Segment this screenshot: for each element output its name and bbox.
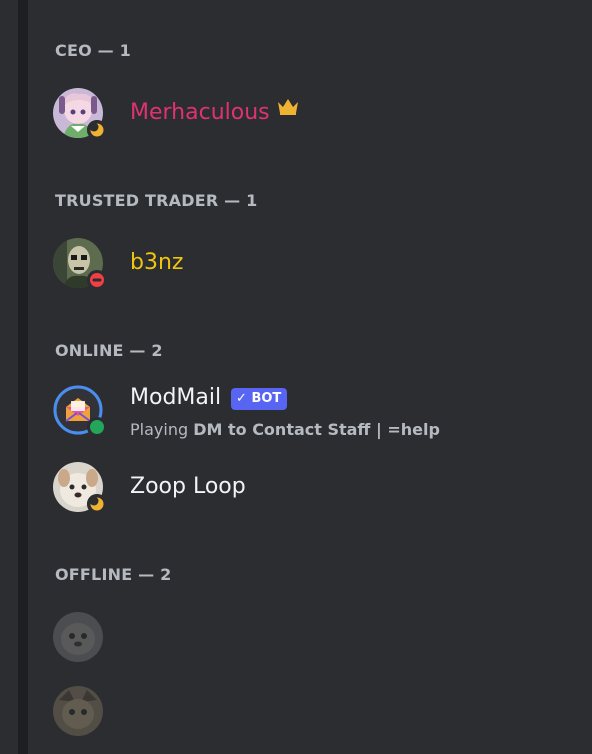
avatar[interactable]: [53, 385, 107, 437]
member-name: ModMail: [130, 385, 222, 410]
channel-area-edge: [0, 0, 18, 754]
role-header-online: ONLINE — 2: [55, 341, 163, 360]
member-list: CEO — 1 Merhaculous TRUSTED TRADER — 1 b…: [28, 0, 592, 754]
panel-divider: [18, 0, 28, 754]
member-name: b3nz: [130, 250, 184, 275]
member-zoop-loop[interactable]: Zoop Loop: [53, 462, 573, 518]
member-list-panel: CEO — 1 Merhaculous TRUSTED TRADER — 1 b…: [0, 0, 592, 754]
role-header-ceo: CEO — 1: [55, 41, 131, 60]
cartoon-avatar-image: [53, 686, 103, 736]
activity-name: DM to Contact Staff | =help: [193, 420, 440, 439]
bot-tag-label: BOT: [251, 391, 282, 406]
member-offline-1[interactable]: [53, 612, 573, 668]
member-offline-2[interactable]: [53, 686, 573, 742]
avatar[interactable]: [53, 686, 105, 738]
avatar[interactable]: [53, 88, 107, 140]
idle-status-icon: [87, 494, 107, 514]
member-b3nz[interactable]: b3nz: [53, 238, 573, 294]
member-name: Zoop Loop: [130, 474, 246, 499]
member-name: Merhaculous: [130, 100, 270, 125]
idle-status-icon: [87, 120, 107, 140]
seal-avatar-image: [53, 612, 103, 662]
online-status-icon: [87, 417, 107, 437]
activity-prefix: Playing: [130, 420, 194, 439]
avatar[interactable]: [53, 612, 105, 664]
dnd-status-icon: [87, 270, 107, 290]
avatar[interactable]: [53, 462, 107, 514]
role-header-offline: OFFLINE — 2: [55, 565, 172, 584]
member-merhaculous[interactable]: Merhaculous: [53, 88, 573, 144]
crown-icon: [278, 99, 298, 115]
avatar[interactable]: [53, 238, 107, 290]
member-modmail[interactable]: ModMail ✓ BOT Playing DM to Contact Staf…: [53, 385, 573, 441]
member-activity: Playing DM to Contact Staff | =help: [130, 420, 440, 439]
checkmark-icon: ✓: [236, 391, 247, 406]
role-header-trusted-trader: TRUSTED TRADER — 1: [55, 191, 258, 210]
bot-tag: ✓ BOT: [231, 388, 288, 410]
